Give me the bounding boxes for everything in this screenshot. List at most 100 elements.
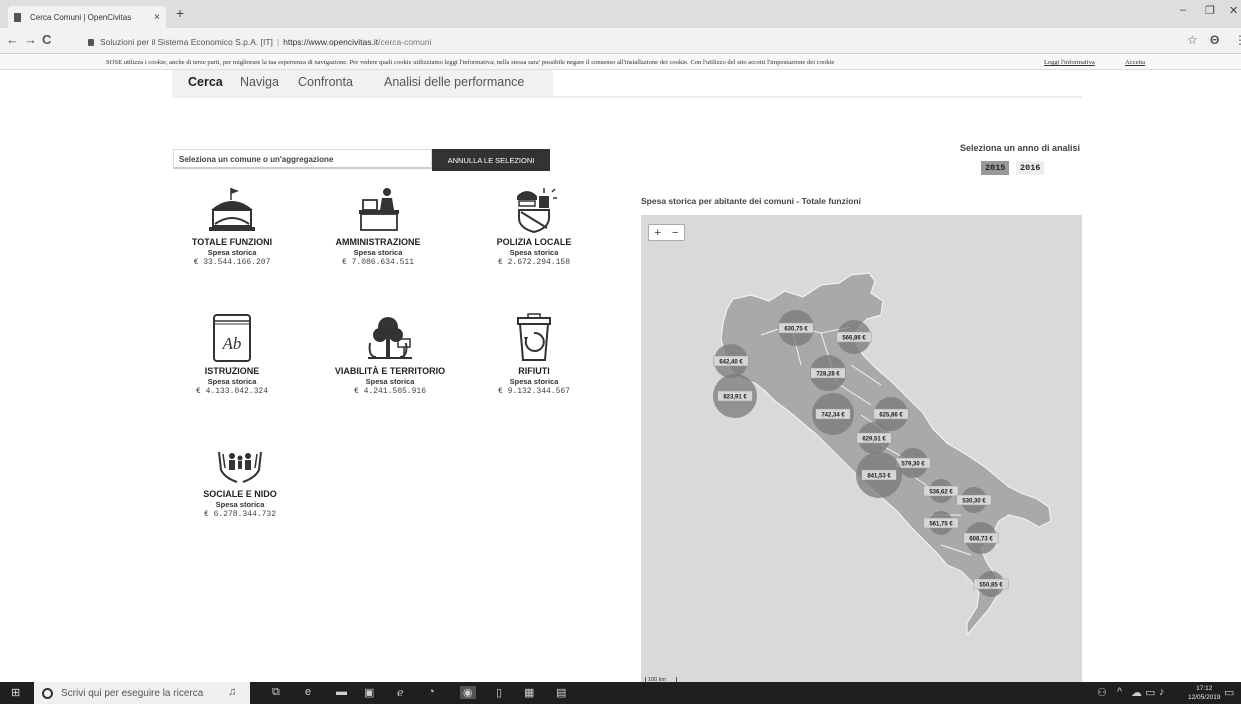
map-title: Spesa storica per abitante dei comuni - … [641, 196, 861, 206]
bubble-label: 742,34 € [821, 413, 845, 419]
bubble-label: 630,75 € [784, 327, 808, 333]
minimize-button[interactable]: – [1180, 4, 1186, 16]
tab-close-icon[interactable]: × [154, 12, 160, 23]
tab-cerca[interactable]: Cerca [188, 75, 223, 89]
function-value: € 4.241.505.916 [353, 387, 426, 396]
tab-confronta[interactable]: Confronta [298, 75, 353, 89]
notifications-icon[interactable]: ▭ [1224, 686, 1234, 699]
family-hands-icon [218, 451, 262, 483]
bubble-label: 642,40 € [719, 360, 743, 366]
police-icon [517, 188, 557, 234]
function-sub: Spesa storica [207, 377, 257, 386]
favicon-icon [14, 12, 21, 22]
reset-selection-button[interactable]: ANNULLA LE SELEZIONI [432, 149, 550, 171]
waste-bin-icon [517, 313, 551, 361]
network-icon[interactable]: ▭ [1145, 686, 1155, 699]
url-host: https://www.opencivitas.it [283, 37, 379, 47]
browser-tab-strip: Cerca Comuni | OpenCivitas × + – ❐ ✕ [0, 0, 1241, 28]
function-name: POLIZIA LOCALE [496, 237, 572, 247]
outlook-icon[interactable]: ▣ [364, 686, 374, 699]
notebook-icon: Ab [213, 314, 251, 362]
function-value: € 7.086.634.511 [341, 258, 414, 267]
bubble-label: 608,73 € [969, 537, 993, 543]
new-tab-button[interactable]: + [176, 5, 184, 21]
lock-icon [88, 38, 94, 46]
function-tile-amministrazione[interactable]: AMMINISTRAZIONE Spesa storica € 7.086.63… [303, 186, 453, 267]
taskbar-search-text: Scrivi qui per eseguire la ricerca [61, 687, 204, 699]
function-value: € 33.544.166.207 [193, 258, 271, 267]
function-value: € 2.672.294.158 [497, 258, 570, 267]
tree-road-icon [368, 317, 412, 359]
cookie-accept-link[interactable]: Accetta [1125, 59, 1145, 66]
cookie-banner: SOSE utilizza i cookie, anche di terze p… [0, 55, 1241, 70]
chrome-icon[interactable]: ◉ [460, 686, 476, 699]
function-value: € 4.133.042.324 [195, 387, 268, 396]
edge-icon[interactable]: e [305, 686, 311, 698]
bubble-label: 841,53 € [867, 474, 891, 480]
function-sub: Spesa storica [353, 248, 403, 257]
year-2015-button[interactable]: 2015 [981, 161, 1010, 175]
function-sub: Spesa storica [207, 248, 257, 257]
clock-date: 12/05/2019 [1188, 694, 1221, 701]
map-bubble-layer: 642,40 € 823,91 € 630,75 € 566,86 € 728,28 €… [713, 310, 1009, 597]
bubble-label: 530,30 € [962, 499, 986, 505]
url-path: /cerca-comuni [378, 37, 432, 47]
function-value: € 9.132.344.567 [497, 387, 570, 396]
function-name: AMMINISTRAZIONE [335, 237, 421, 247]
task-view-icon[interactable]: ⧉ [272, 686, 280, 699]
onedrive-icon[interactable]: ☁ [1131, 686, 1142, 699]
close-window-button[interactable]: ✕ [1229, 4, 1238, 17]
taskbar-search[interactable]: Scrivi qui per eseguire la ricerca [34, 682, 250, 704]
function-sub: Spesa storica [509, 377, 559, 386]
function-tile-totale[interactable]: TOTALE FUNZIONI Spesa storica € 33.544.1… [157, 186, 307, 267]
menu-icon[interactable]: ⋮ [1234, 33, 1241, 47]
windows-start-icon[interactable]: ⊞ [11, 686, 20, 699]
back-button[interactable]: ← [6, 32, 19, 47]
bubble-label: 566,86 € [842, 336, 866, 342]
url-separator: | [276, 37, 280, 47]
bubble-label: 728,28 € [816, 372, 840, 378]
firefox-icon[interactable]: ◔ [428, 686, 435, 698]
function-tile-rifiuti[interactable]: RIFIUTI Spesa storica € 9.132.344.567 [459, 313, 609, 396]
function-tile-polizia[interactable]: POLIZIA LOCALE Spesa storica € 2.672.294… [459, 186, 609, 267]
ie-icon[interactable]: ℯ [397, 686, 404, 699]
browser-tab[interactable]: Cerca Comuni | OpenCivitas × [8, 6, 166, 28]
people-icon[interactable]: ⚇ [1097, 686, 1107, 699]
function-name: VIABILITÀ E TERRITORIO [334, 366, 446, 376]
file-explorer-icon[interactable]: ▬ [336, 686, 347, 698]
excel-icon[interactable]: ▦ [524, 686, 534, 699]
address-toolbar: ← → C Soluzioni per il Sistema Economico… [0, 28, 1241, 54]
comune-search-input[interactable]: Seleziona un comune o un'aggregazione [173, 149, 432, 169]
town-hall-icon [209, 188, 255, 231]
function-name: ISTRUZIONE [204, 366, 260, 376]
cookie-info-link[interactable]: Leggi l'informativa [1044, 59, 1095, 66]
function-tile-sociale[interactable]: SOCIALE E NIDO Spesa storica € 6.278.344… [165, 446, 315, 519]
volume-icon[interactable]: ♪ [1159, 686, 1165, 698]
taskbar-clock[interactable]: 17:12 12/05/2019 [1188, 684, 1221, 702]
url-bar[interactable]: Soluzioni per il Sistema Economico S.p.A… [88, 33, 1174, 51]
microphone-icon[interactable]: ♫ [228, 686, 236, 698]
word-icon[interactable]: ▤ [556, 686, 566, 699]
pdf-icon[interactable]: ▯ [496, 686, 502, 699]
forward-button[interactable]: → [24, 32, 37, 47]
clerk-desk-icon [359, 188, 399, 231]
profile-icon[interactable]: Θ [1210, 33, 1219, 47]
maximize-button[interactable]: ❐ [1205, 4, 1215, 17]
function-tile-viabilita[interactable]: VIABILITÀ E TERRITORIO Spesa storica € 4… [315, 313, 465, 396]
italy-map[interactable]: + − 100 km 642,40 €823,91 €630,75 €566,8… [641, 215, 1082, 685]
bookmark-star-icon[interactable]: ☆ [1187, 33, 1198, 47]
tab-title: Cerca Comuni | OpenCivitas [30, 12, 132, 22]
tab-analisi[interactable]: Analisi delle performance [384, 75, 524, 89]
year-selector-label: Seleziona un anno di analisi [959, 143, 1080, 153]
reload-button[interactable]: C [42, 32, 51, 47]
bubble-label: 823,91 € [723, 395, 747, 401]
tray-chevron-icon[interactable]: ^ [1117, 686, 1122, 698]
function-tile-istruzione[interactable]: Ab ISTRUZIONE Spesa storica € 4.133.042.… [157, 313, 307, 396]
page-nav: Cerca Naviga Confronta Analisi delle per… [172, 70, 1082, 98]
function-sub: Spesa storica [509, 248, 559, 257]
year-2016-button[interactable]: 2016 [1016, 161, 1045, 175]
tab-naviga[interactable]: Naviga [240, 75, 279, 89]
clock-time: 17:12 [1196, 685, 1213, 692]
svg-text:Ab: Ab [222, 334, 242, 353]
windows-taskbar: ⊞ Scrivi qui per eseguire la ricerca ♫ ⧉… [0, 682, 1241, 704]
